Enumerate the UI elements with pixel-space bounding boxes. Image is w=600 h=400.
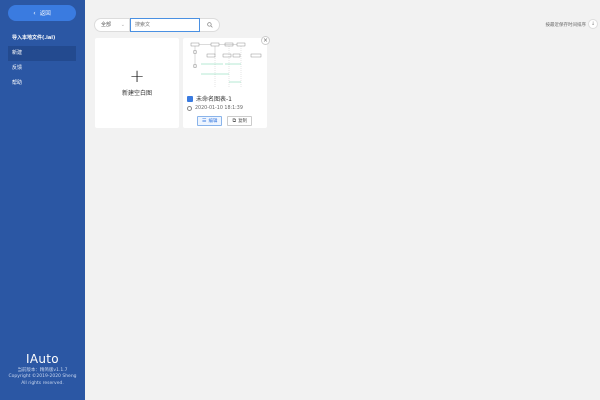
plus-icon: + bbox=[129, 66, 145, 87]
file-card[interactable]: × 未命名图表-1 2020-01-10 18:1:39 ☰ 编辑 ⧉ 复制 bbox=[183, 36, 270, 128]
sidebar-item-help[interactable]: 帮助 bbox=[0, 76, 85, 91]
sort-label: 按最近保存时间排序 bbox=[545, 23, 587, 28]
edit-icon: ☰ bbox=[202, 118, 207, 124]
search-icon bbox=[206, 21, 213, 28]
search-button[interactable] bbox=[200, 17, 220, 32]
file-time-text: 2020-01-10 18:1:39 bbox=[195, 106, 243, 111]
copy-button[interactable]: ⧉ 复制 bbox=[227, 116, 253, 126]
file-title: 未命名图表-1 bbox=[187, 94, 232, 103]
brand-name: IAuto bbox=[26, 351, 59, 366]
chevron-down-icon: ⌄ bbox=[120, 21, 125, 28]
sidebar-item-new[interactable]: 新建 bbox=[8, 46, 76, 61]
copy-icon: ⧉ bbox=[232, 118, 237, 124]
file-time: 2020-01-10 18:1:39 bbox=[187, 106, 243, 111]
filter-select[interactable]: 全部 ⌄ bbox=[94, 17, 130, 32]
back-button-label: 返回 bbox=[39, 11, 51, 17]
filter-select-value: 全部 bbox=[101, 22, 112, 28]
back-button[interactable]: ‹ 返回 bbox=[8, 5, 76, 21]
sort-arrow-icon: ↓ bbox=[590, 21, 596, 27]
brand-block: IAuto 当前版本：精简版v1.1.7 Copyright ©2019-202… bbox=[0, 352, 85, 388]
file-title-text: 未命名图表-1 bbox=[196, 96, 232, 103]
chevron-left-icon: ‹ bbox=[33, 9, 36, 17]
new-blank-label: 新建空白图 bbox=[121, 90, 152, 97]
copyright-text: Copyright ©2019-2020 Sheng bbox=[8, 374, 77, 379]
sidebar-item-import[interactable]: 导入本地文件(.iai) bbox=[0, 31, 85, 46]
clock-icon bbox=[187, 106, 192, 111]
sidebar: ‹ 返回 导入本地文件(.iai) 新建 反馈 帮助 IAuto 当前版本：精简… bbox=[0, 0, 85, 400]
card-grid: + 新建空白图 × 未命名图表-1 2020-01-10 18:1:39 ☰ 编… bbox=[95, 36, 270, 128]
diagram-thumbnail bbox=[190, 42, 262, 88]
new-blank-card[interactable]: + 新建空白图 bbox=[95, 38, 179, 128]
copy-button-label: 复制 bbox=[238, 119, 248, 124]
main-area: 全部 ⌄ 按最近保存时间排序 ↓ + 新建空白图 bbox=[85, 0, 600, 400]
close-icon[interactable]: × bbox=[261, 36, 270, 45]
edit-button[interactable]: ☰ 编辑 bbox=[197, 116, 223, 126]
toolbar: 全部 ⌄ bbox=[94, 17, 220, 32]
sidebar-nav: 导入本地文件(.iai) 新建 反馈 帮助 bbox=[0, 31, 85, 91]
file-actions: ☰ 编辑 ⧉ 复制 bbox=[197, 116, 253, 126]
diagram-file-icon bbox=[187, 95, 193, 102]
sort-button[interactable]: ↓ bbox=[588, 19, 598, 29]
edit-button-label: 编辑 bbox=[208, 119, 218, 124]
sidebar-item-feedback[interactable]: 反馈 bbox=[0, 61, 85, 76]
rights-text: All rights reserved. bbox=[21, 380, 64, 386]
search-input[interactable] bbox=[130, 17, 200, 32]
